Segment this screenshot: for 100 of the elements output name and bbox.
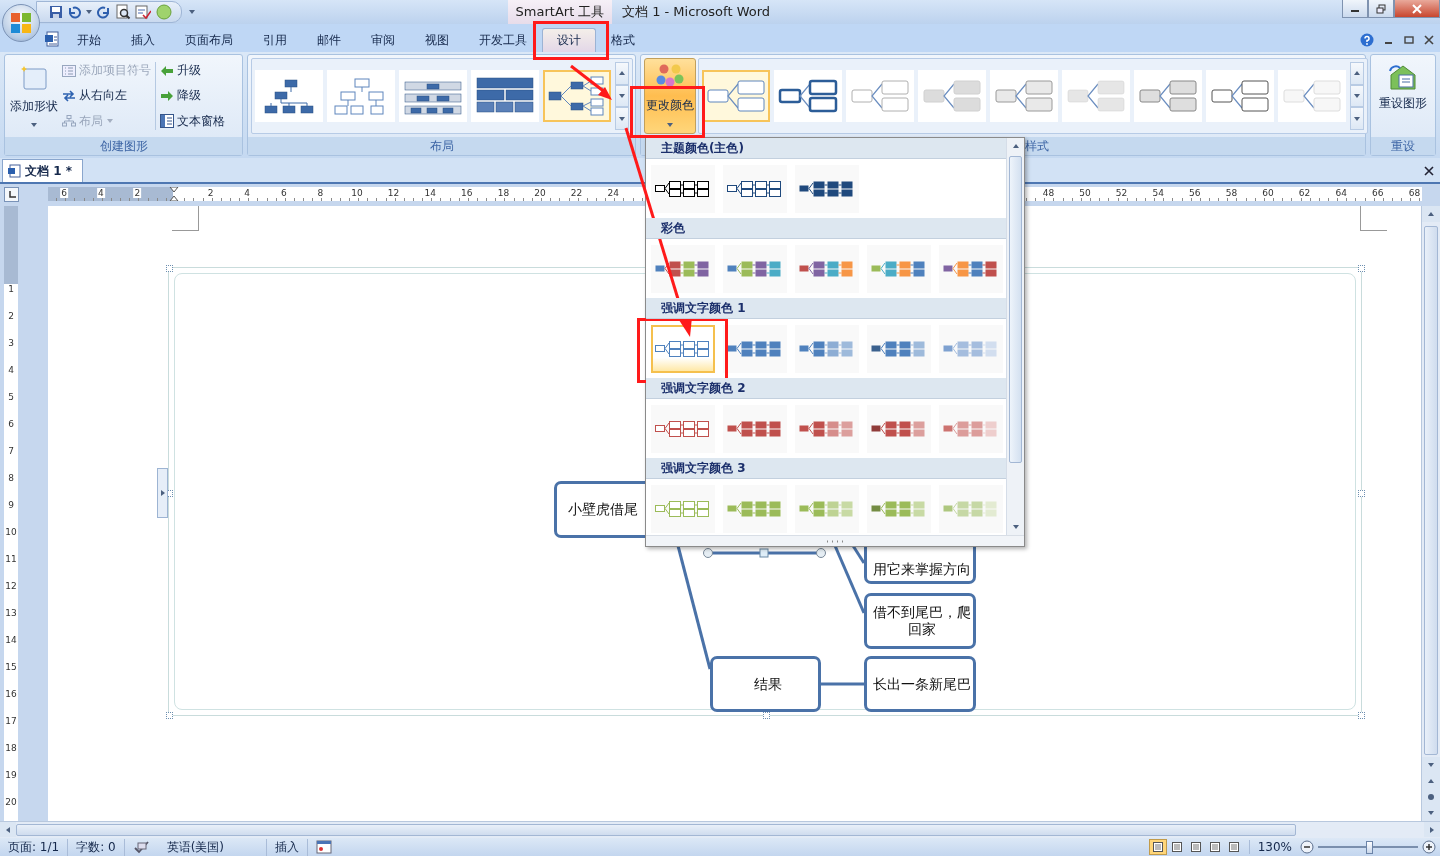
color-option[interactable] [867, 244, 931, 293]
command-button[interactable]: 文本窗格 [160, 111, 225, 131]
ribbon-tab[interactable]: 开始 [62, 28, 116, 52]
ribbon-tab[interactable]: 引用 [248, 28, 302, 52]
tab-selector-button[interactable] [4, 187, 19, 202]
color-option[interactable] [795, 244, 859, 293]
reset-graphic-button[interactable]: 重设图形 [1374, 58, 1432, 134]
zoom-out-icon[interactable] [1300, 840, 1314, 854]
color-option[interactable] [723, 484, 787, 533]
gallery-up-button[interactable] [615, 62, 629, 85]
color-option[interactable] [795, 164, 859, 213]
zoom-slider-thumb[interactable] [1366, 840, 1373, 854]
ribbon-tab[interactable]: 视图 [410, 28, 464, 52]
selected-connector[interactable] [702, 547, 827, 559]
text-pane-toggle[interactable] [157, 468, 168, 518]
layout-option[interactable] [543, 70, 611, 122]
close-icon[interactable] [1424, 35, 1434, 45]
zoom-in-icon[interactable] [1422, 840, 1436, 854]
office-logo-icon [10, 12, 32, 34]
color-option[interactable] [795, 484, 859, 533]
print-preview-icon[interactable] [115, 4, 131, 20]
color-option[interactable] [867, 484, 931, 533]
color-option[interactable] [723, 244, 787, 293]
resize-handle[interactable] [763, 712, 770, 719]
color-option[interactable] [867, 404, 931, 453]
gallery-down-button[interactable] [1350, 84, 1364, 108]
undo-icon[interactable] [67, 5, 81, 19]
add-shape-button[interactable]: 添加形状 [8, 58, 60, 134]
ribbon-tab[interactable]: 开发工具 [464, 28, 542, 52]
scrollbar-thumb[interactable] [1424, 226, 1438, 755]
gallery-up-button[interactable] [1350, 62, 1364, 85]
color-option[interactable] [939, 244, 1003, 293]
color-option[interactable] [939, 404, 1003, 453]
command-button[interactable]: 降级 [160, 86, 225, 106]
color-option[interactable] [651, 164, 715, 213]
resize-handle[interactable] [1358, 490, 1365, 497]
ribbon-tab[interactable]: 页面布局 [170, 28, 248, 52]
spelling-icon[interactable] [135, 4, 151, 20]
color-option[interactable] [651, 244, 715, 293]
scroll-right-button[interactable] [1424, 822, 1440, 837]
gallery-more-button[interactable] [1350, 107, 1364, 130]
color-option[interactable] [651, 484, 715, 533]
scroll-down-button[interactable] [1422, 757, 1440, 773]
style-option[interactable] [774, 70, 842, 122]
next-page-button[interactable] [1422, 805, 1440, 821]
save-icon[interactable] [49, 5, 63, 19]
hierarchy-icon [62, 115, 76, 128]
color-option[interactable] [795, 324, 859, 373]
minimize-button[interactable] [1342, 0, 1368, 18]
scrollbar-thumb[interactable] [1009, 156, 1022, 463]
command-button[interactable]: 从右向左 [62, 86, 151, 106]
scrollbar-thumb[interactable] [16, 824, 1296, 836]
color-option[interactable] [867, 324, 931, 373]
style-option[interactable] [702, 70, 770, 122]
ribbon-tab[interactable]: 审阅 [356, 28, 410, 52]
macro-record-icon[interactable] [315, 840, 332, 854]
proofing-icon[interactable] [132, 840, 151, 854]
ruler-number: 4 [96, 188, 105, 198]
gallery-more-button[interactable] [615, 107, 629, 130]
gallery-down-button[interactable] [615, 84, 629, 108]
change-colors-button[interactable]: 更改颜色 [644, 58, 696, 134]
scroll-left-button[interactable] [0, 822, 16, 837]
resize-handle[interactable] [166, 712, 173, 719]
resize-handle[interactable] [1358, 265, 1365, 272]
layout-option[interactable] [255, 70, 323, 122]
command-button[interactable]: 升级 [160, 61, 225, 81]
document-tab-title: 文档 1 * [25, 162, 72, 180]
ribbon-tab[interactable]: 设计 [542, 28, 596, 52]
up-arrow-icon [618, 69, 626, 78]
redo-icon[interactable] [97, 5, 111, 19]
resize-handle[interactable] [166, 265, 173, 272]
color-option[interactable] [651, 324, 715, 373]
document-tab[interactable]: 文档 1 * [2, 159, 83, 182]
color-option[interactable] [723, 324, 787, 373]
color-option[interactable] [723, 164, 787, 213]
restore-button[interactable] [1368, 0, 1394, 18]
ribbon-tab[interactable]: 格式 [596, 28, 650, 52]
ribbon-tab[interactable]: 邮件 [302, 28, 356, 52]
restore-icon[interactable] [1404, 35, 1414, 45]
close-icon[interactable] [1424, 166, 1434, 176]
close-button[interactable] [1394, 0, 1440, 18]
color-option[interactable] [939, 484, 1003, 533]
style-preview-icon [922, 79, 982, 113]
annotation-arrow [569, 64, 613, 102]
view-button[interactable] [1148, 839, 1167, 855]
layout-option[interactable] [399, 70, 467, 122]
resize-handle[interactable] [1358, 712, 1365, 719]
ribbon-tab[interactable]: 插入 [116, 28, 170, 52]
indent-marker-icon[interactable] [169, 187, 179, 201]
language-status[interactable]: 英语(美国) [158, 838, 267, 856]
insert-mode-status[interactable]: 插入 [266, 838, 308, 856]
resize-grip[interactable] [646, 535, 1024, 546]
ruler-number: 17 [4, 716, 18, 726]
color-option[interactable] [939, 324, 1003, 373]
color-option[interactable] [651, 404, 715, 453]
layout-option[interactable] [471, 70, 539, 122]
help-icon[interactable] [1360, 33, 1374, 47]
scroll-up-button[interactable] [1422, 206, 1440, 222]
color-option[interactable] [723, 404, 787, 453]
color-option[interactable] [795, 404, 859, 453]
